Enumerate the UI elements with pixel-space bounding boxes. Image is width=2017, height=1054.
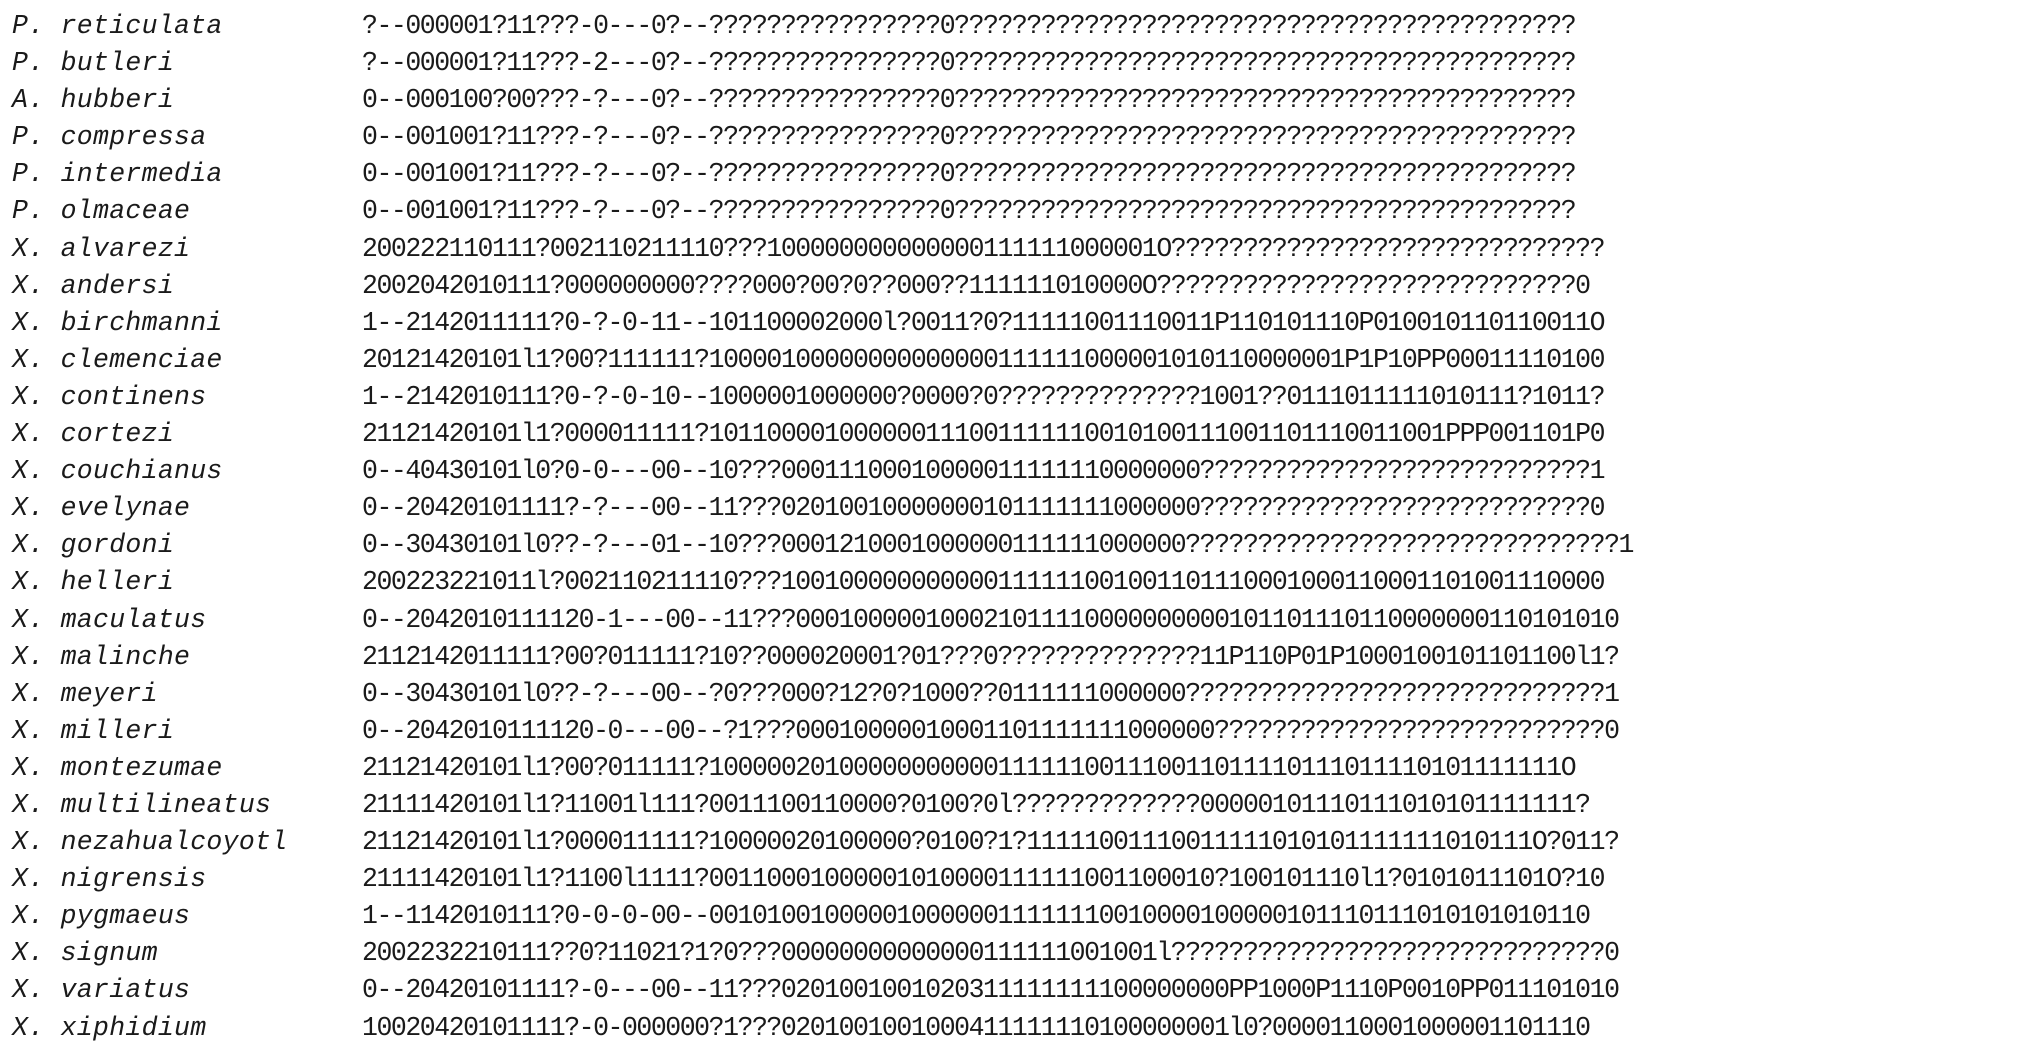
matrix-row: X. evelynae 0--20420101111?-?---00--11???… [12, 490, 2012, 527]
matrix-row: X. couchianus 0--40430101l0?0-0---00--10?… [12, 453, 2012, 490]
character-codes: 200223221011l?002110211110???10010000000… [362, 567, 1606, 598]
character-matrix: P. reticulata ?--000001?11???-0---0?--???… [12, 8, 2012, 1047]
taxon-name: P. intermedia [12, 159, 223, 190]
taxon-name: A. hubberi [12, 85, 175, 116]
character-codes: 0--30430101l0??-?---00--?0???000?12?0?10… [362, 678, 1620, 709]
matrix-row: X. cortezi 21121420101l1?000011111?101100… [12, 416, 2012, 453]
matrix-row: X. andersi 2002042010111?000000000????000… [12, 268, 2012, 305]
matrix-row: X. montezumae 21121420101l1?00?011111?100… [12, 750, 2012, 787]
taxon-name: X. evelynae [12, 493, 191, 524]
matrix-row: X. clemenciae 20121420101l1?00?111111?100… [12, 342, 2012, 379]
taxon-name: X. nigrensis [12, 864, 207, 895]
matrix-row: X. pygmaeus 1--1142010111?0-0-0-00--00101… [12, 898, 2012, 935]
taxon-name: X. meyeri [12, 678, 158, 709]
character-codes: 0--30430101l0??-?---01--10???00012100010… [362, 530, 1634, 561]
taxon-name: X. signum [12, 938, 158, 969]
taxon-name: X. cortezi [12, 419, 175, 450]
character-codes: 0--000100?00???-?---0?--????????????????… [362, 85, 1577, 116]
matrix-row: X. malinche 2112142011111?00?011111?10??0… [12, 639, 2012, 676]
character-codes: 0--001001?11???-?---0?--????????????????… [362, 159, 1577, 190]
character-codes: 0--001001?11???-?---0?--????????????????… [362, 196, 1577, 227]
character-codes: 20121420101l1?00?111111?1000010000000000… [362, 344, 1606, 375]
character-codes: ?--000001?11???-0---0?--????????????????… [362, 11, 1577, 41]
matrix-row: X. helleri 200223221011l?002110211110???1… [12, 564, 2012, 601]
matrix-row: P. intermedia 0--001001?11???-?---0?--???… [12, 156, 2012, 193]
matrix-row: X. gordoni 0--30430101l0??-?---01--10???0… [12, 527, 2012, 564]
matrix-row: P. butleri ?--000001?11???-2---0?--??????… [12, 45, 2012, 82]
character-codes: 1--2142010111?0-?-0-10--1000001000000?00… [362, 381, 1606, 412]
character-codes: 1--2142011111?0-?-0-11--101100002000l?00… [362, 307, 1606, 338]
character-codes: 0--001001?11???-?---0?--????????????????… [362, 122, 1577, 153]
character-codes: 21121420101l1?000011111?10000020100000?0… [362, 827, 1620, 858]
character-codes: 0--20420101111?-0---00--11???02010010010… [362, 975, 1620, 1006]
taxon-name: X. montezumae [12, 752, 223, 783]
taxon-name: X. clemenciae [12, 344, 223, 375]
matrix-row: X. multilineatus 21111420101l1?11001l111?… [12, 787, 2012, 824]
taxon-name: P. olmaceae [12, 196, 191, 227]
taxon-name: X. continens [12, 381, 207, 412]
character-codes: 21111420101l1?11001l111?0011100110000?01… [362, 789, 1591, 820]
taxon-name: P. butleri [12, 48, 175, 79]
matrix-row: X. alvarezi 200222110111?002110211110???1… [12, 231, 2012, 268]
matrix-row: X. nezahualcoyotl 21121420101l1?000011111… [12, 824, 2012, 861]
document-page: P. reticulata ?--000001?11???-0---0?--???… [0, 0, 2017, 1054]
taxon-name: X. birchmanni [12, 307, 223, 338]
taxon-name: X. nezahualcoyotl [12, 827, 288, 858]
matrix-row: X. nigrensis 21111420101l1?1100l1111?0011… [12, 861, 2012, 898]
matrix-row: P. olmaceae 0--001001?11???-?---0?--?????… [12, 193, 2012, 230]
matrix-row: X. birchmanni 1--2142011111?0-?-0-11--101… [12, 305, 2012, 342]
matrix-row: X. meyeri 0--30430101l0??-?---00--?0???00… [12, 676, 2012, 713]
character-codes: 0--20420101111?-?---00--11???02010010000… [362, 493, 1606, 524]
taxon-name: X. gordoni [12, 530, 175, 561]
matrix-row: A. hubberi 0--000100?00???-?---0?--??????… [12, 82, 2012, 119]
character-codes: 21121420101l1?00?011111?1000002010000000… [362, 752, 1577, 783]
matrix-row: X. variatus 0--20420101111?-0---00--11???… [12, 972, 2012, 1009]
character-codes: 0--2042010111120-0---00--?1???0001000001… [362, 715, 1620, 746]
taxon-name: X. multilineatus [12, 789, 272, 820]
character-codes: 2112142011111?00?011111?10??000020001?01… [362, 641, 1620, 672]
character-codes: 10020420101111?-0-000000?1???02010010010… [362, 1012, 1591, 1043]
character-codes: 1--1142010111?0-0-0-00--0010100100000100… [362, 901, 1591, 932]
character-codes: 21121420101l1?000011111?1011000010000001… [362, 419, 1606, 450]
taxon-name: X. couchianus [12, 456, 223, 487]
character-codes: ?--000001?11???-2---0?--????????????????… [362, 48, 1577, 79]
taxon-name: X. maculatus [12, 604, 207, 635]
matrix-row: X. milleri 0--2042010111120-0---00--?1???… [12, 713, 2012, 750]
character-codes: 200222110111?002110211110???100000000000… [362, 233, 1606, 264]
matrix-row: X. maculatus 0--2042010111120-1---00--11?… [12, 602, 2012, 639]
taxon-name: X. milleri [12, 715, 175, 746]
taxon-name: P. reticulata [12, 11, 223, 41]
taxon-name: X. helleri [12, 567, 175, 598]
matrix-row: P. compressa 0--001001?11???-?---0?--????… [12, 119, 2012, 156]
taxon-name: X. pygmaeus [12, 901, 191, 932]
taxon-name: X. variatus [12, 975, 191, 1006]
taxon-name: P. compressa [12, 122, 207, 153]
matrix-row: X. signum 2002232210111??0?11021?1?0???00… [12, 935, 2012, 972]
taxon-name: X. alvarezi [12, 233, 191, 264]
character-codes: 21111420101l1?1100l1111?0011000100000101… [362, 864, 1606, 895]
matrix-row: X. xiphidium 10020420101111?-0-000000?1??… [12, 1010, 2012, 1047]
matrix-row: P. reticulata ?--000001?11???-0---0?--???… [12, 8, 2012, 45]
character-codes: 2002232210111??0?11021?1?0???00000000000… [362, 938, 1620, 969]
character-codes: 0--40430101l0?0-0---00--10???00011100010… [362, 456, 1606, 487]
taxon-name: X. xiphidium [12, 1012, 207, 1043]
character-codes: 0--2042010111120-1---00--11???0001000001… [362, 604, 1620, 635]
taxon-name: X. malinche [12, 641, 191, 672]
matrix-row: X. continens 1--2142010111?0-?-0-10--1000… [12, 379, 2012, 416]
taxon-name: X. andersi [12, 270, 175, 301]
character-codes: 2002042010111?000000000????000?00?0??000… [362, 270, 1591, 301]
